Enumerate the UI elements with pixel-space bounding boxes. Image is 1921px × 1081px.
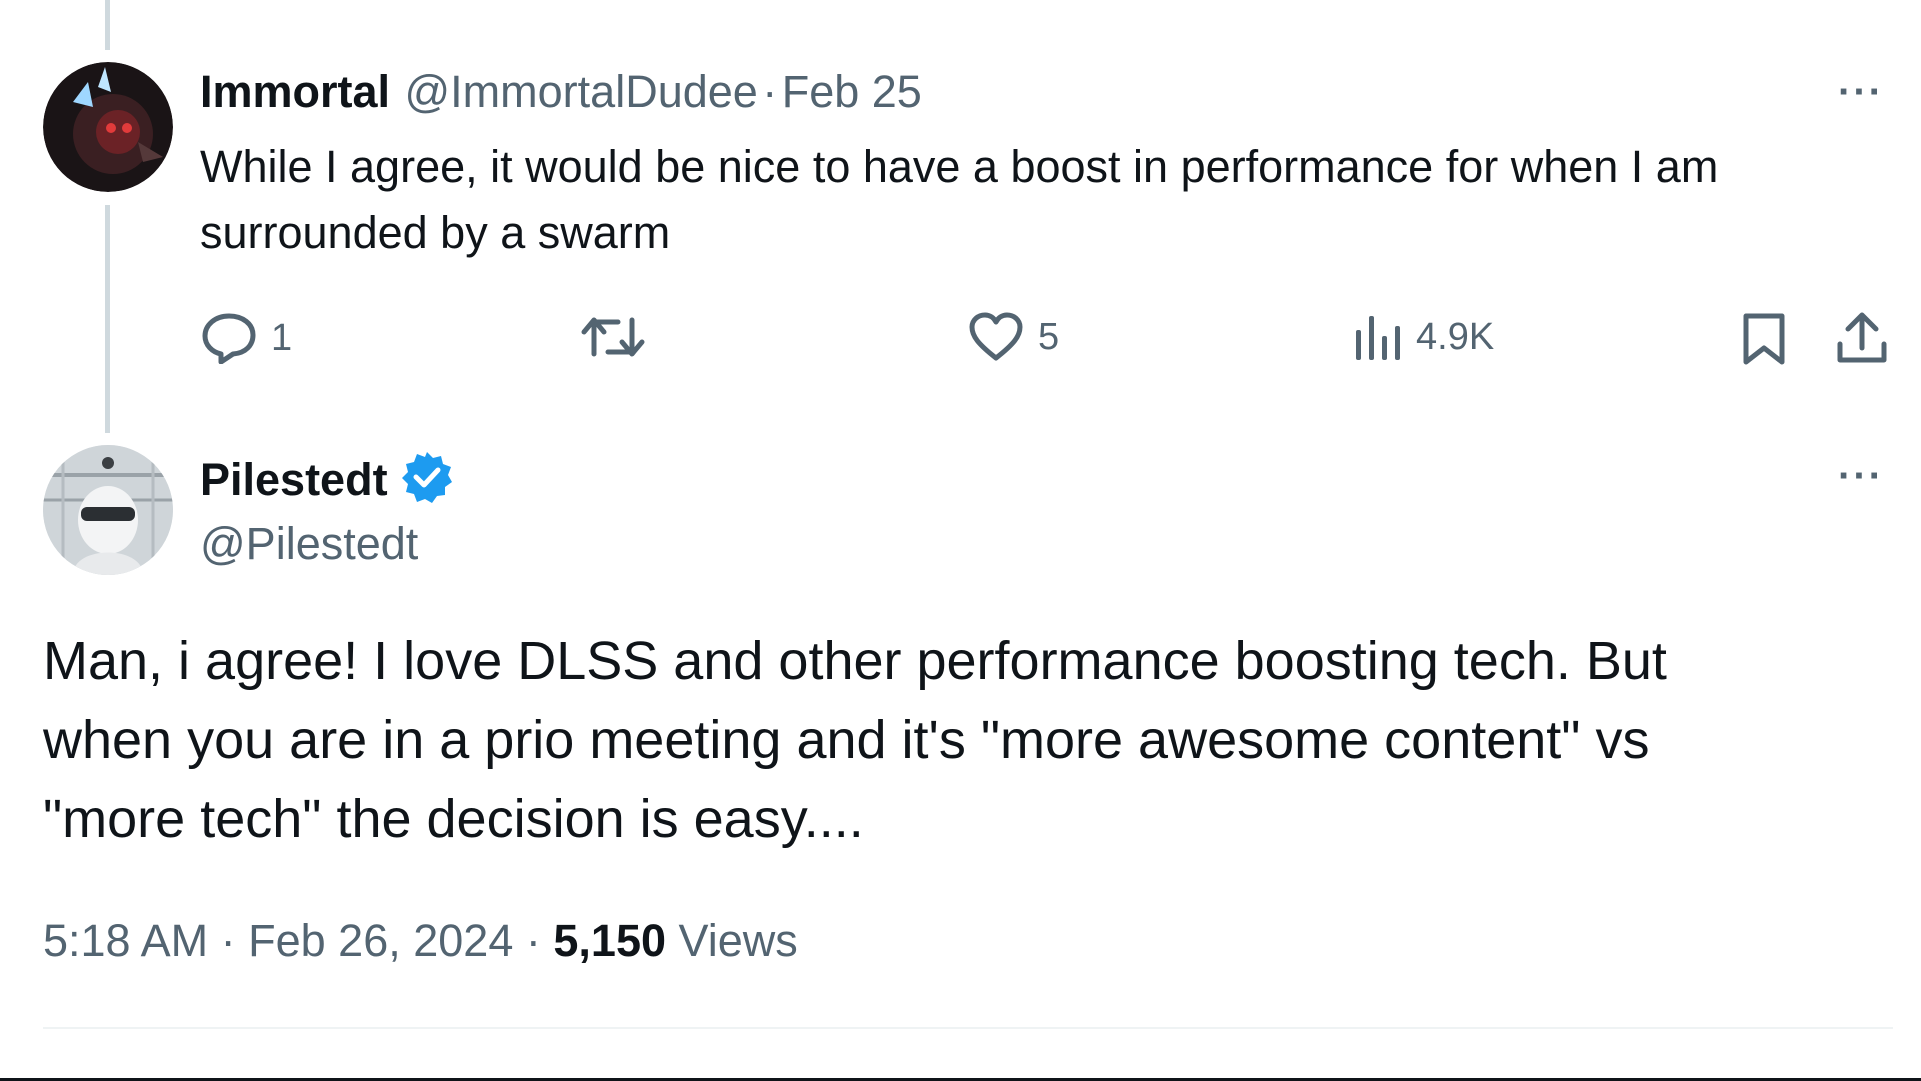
reply-author-name[interactable]: Immortal [200, 66, 390, 117]
reply-date[interactable]: Feb 25 [782, 66, 922, 117]
retweet-icon [580, 310, 646, 364]
heart-icon [968, 312, 1024, 362]
reply-action-reply[interactable]: 1 [201, 312, 292, 364]
reply-text: While I agree, it would be nice to have … [200, 134, 1718, 266]
reply-header: Immortal @ImmortalDudee · Feb 25 [200, 66, 922, 118]
main-author-handle[interactable]: @Pilestedt [200, 518, 418, 570]
reply-action-like[interactable]: 5 [968, 312, 1059, 362]
main-views-count: 5,150 [553, 915, 667, 966]
main-text-line-3: "more tech" the decision is easy.... [43, 789, 864, 849]
thread-line-connector [105, 205, 110, 433]
main-author-name-row: Pilestedt [200, 450, 454, 509]
reply-avatar[interactable] [43, 62, 173, 192]
reply-text-line-1: While I agree, it would be nice to have … [200, 141, 1719, 192]
reply-action-share[interactable] [1836, 310, 1888, 371]
main-avatar[interactable] [43, 445, 173, 575]
main-time[interactable]: 5:18 AM [43, 915, 208, 966]
bookmark-icon [1740, 313, 1788, 370]
main-text-line-2: when you are in a prio meeting and it's … [43, 710, 1650, 770]
reply-action-retweet[interactable] [580, 310, 646, 364]
main-tweet-text: Man, i agree! I love DLSS and other perf… [43, 622, 1667, 859]
like-count: 5 [1038, 315, 1060, 358]
thread-line-top [105, 0, 110, 50]
main-views-label: Views [678, 915, 798, 966]
reply-author-handle[interactable]: @ImmortalDudee [405, 66, 758, 117]
reply-action-views[interactable]: 4.9K [1354, 312, 1494, 362]
meta-separator-2: · [525, 915, 541, 966]
main-author-name[interactable]: Pilestedt [200, 454, 388, 506]
reply-icon [201, 312, 257, 364]
reply-count: 1 [271, 316, 293, 359]
reply-separator: · [762, 66, 778, 117]
reply-text-line-2: surrounded by a swarm [200, 207, 671, 258]
main-text-line-1: Man, i agree! I love DLSS and other perf… [43, 631, 1667, 691]
main-tweet-meta: 5:18 AM · Feb 26, 2024 · 5,150 Views [43, 915, 798, 967]
main-date[interactable]: Feb 26, 2024 [248, 915, 513, 966]
bottom-divider [43, 1027, 1893, 1029]
main-more-button[interactable]: ··· [1838, 454, 1884, 499]
meta-separator-1: · [220, 915, 236, 966]
verified-badge-icon [400, 450, 454, 509]
reply-more-button[interactable]: ··· [1838, 70, 1884, 115]
views-icon [1354, 312, 1402, 362]
share-icon [1836, 312, 1888, 370]
reply-action-bookmark[interactable] [1740, 312, 1788, 371]
views-count: 4.9K [1416, 315, 1495, 358]
